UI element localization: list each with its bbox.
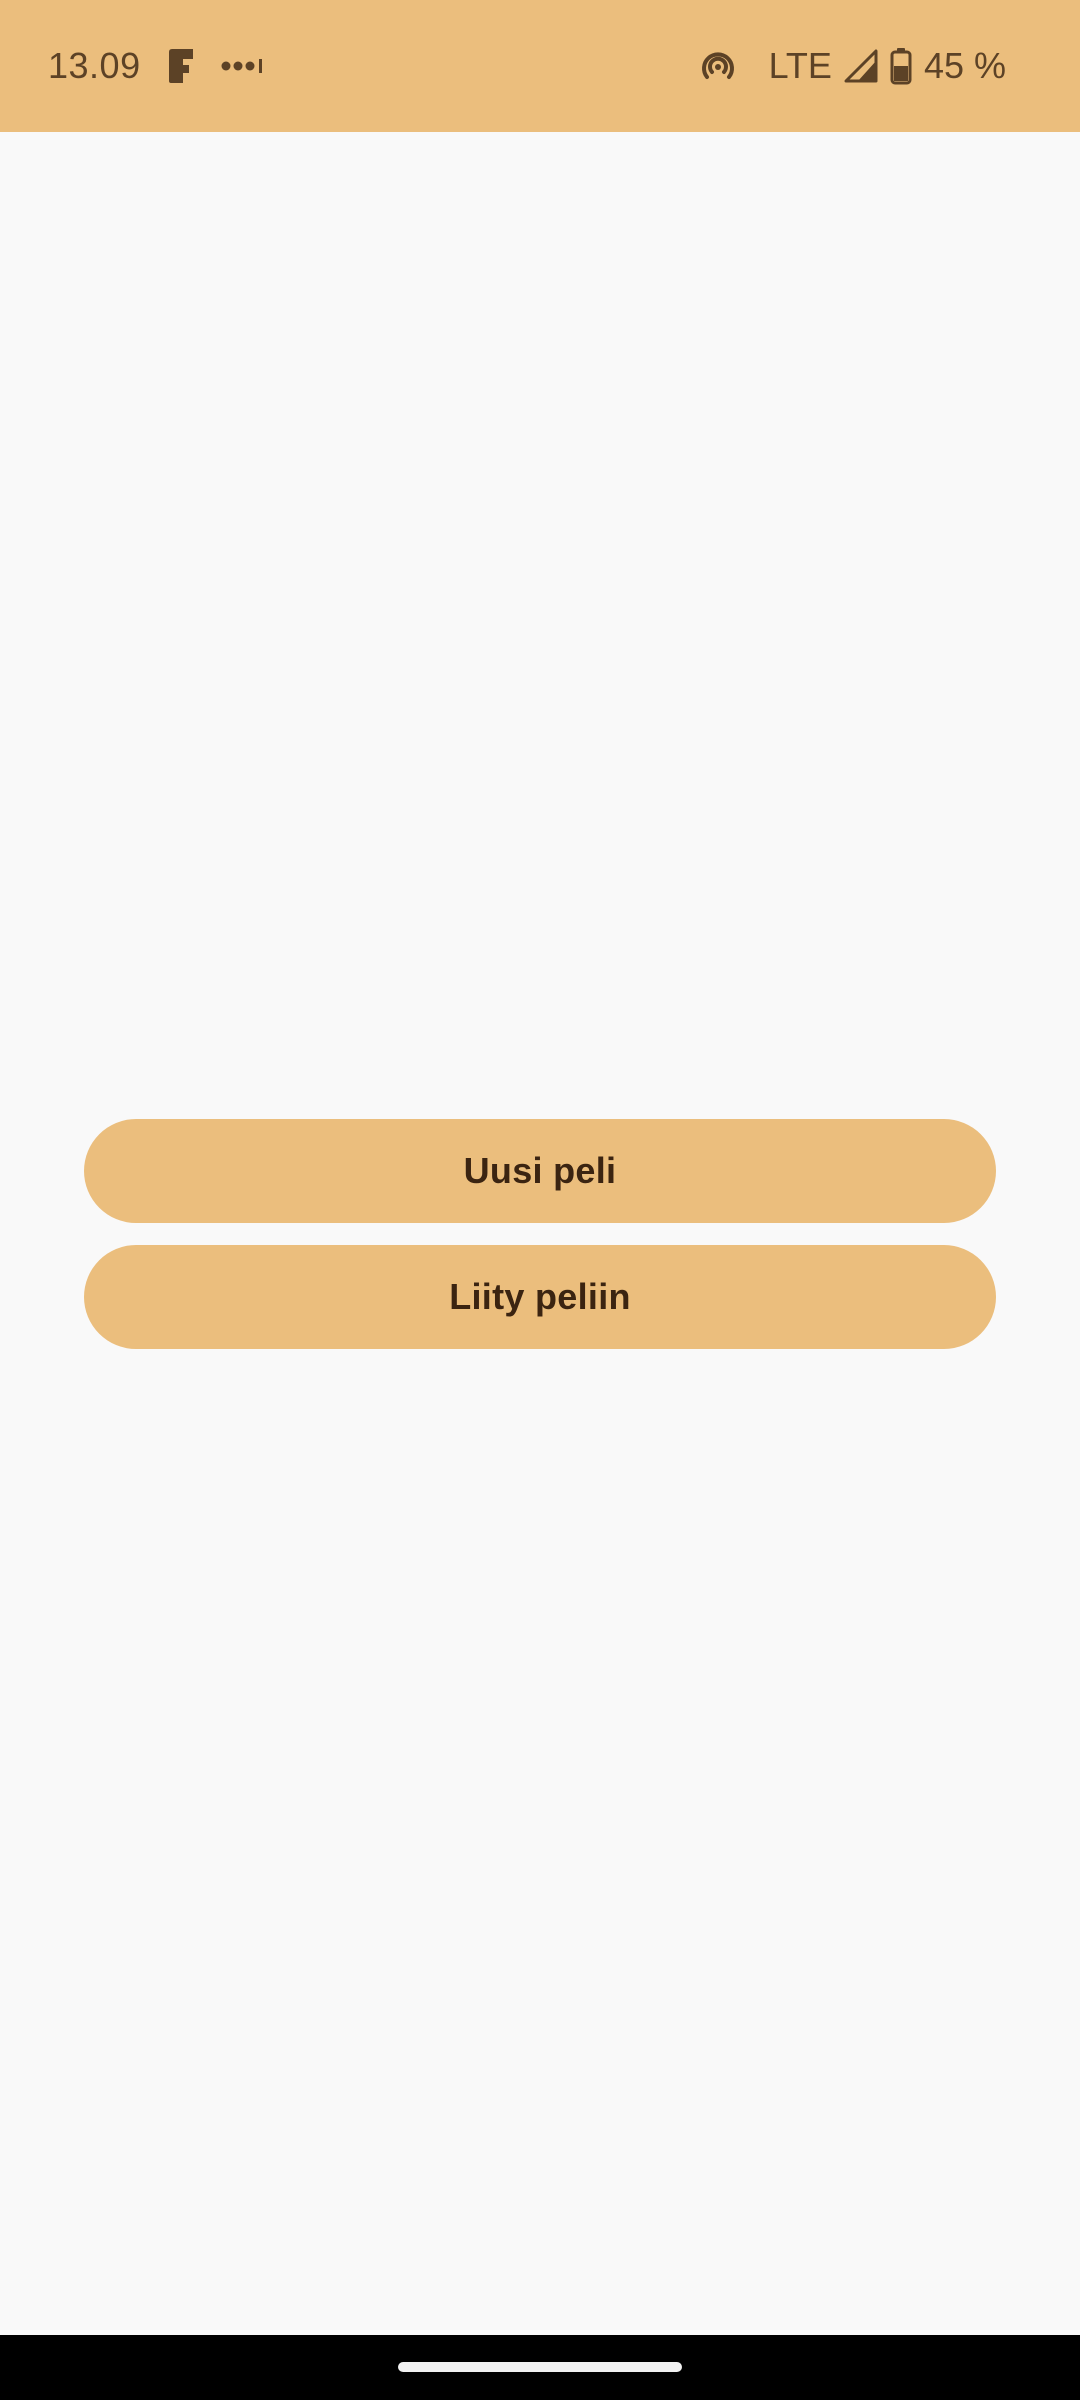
status-bar-left: 13.09: [48, 0, 265, 132]
status-bar: 13.09 LTE 45 %: [0, 0, 1080, 132]
network-type: LTE: [768, 45, 832, 86]
hotspot-icon: [699, 47, 737, 85]
app-notification-icon: [167, 47, 195, 85]
navigation-bar: [0, 2335, 1080, 2400]
join-game-button[interactable]: Liity peliin: [84, 1245, 996, 1349]
battery-percent: 45 %: [923, 45, 1006, 86]
more-notifications-icon: [221, 56, 265, 76]
new-game-button[interactable]: Uusi peli: [84, 1119, 996, 1223]
status-time: 13.09: [48, 45, 141, 86]
menu-buttons: Uusi peli Liity peliin: [84, 1119, 996, 1371]
battery-icon: [890, 47, 912, 85]
home-gesture-handle[interactable]: [398, 2362, 682, 2372]
new-game-label: Uusi peli: [463, 1150, 617, 1191]
join-game-label: Liity peliin: [449, 1276, 631, 1317]
status-bar-right: LTE 45 %: [699, 0, 1006, 132]
signal-icon: [844, 49, 878, 83]
app-screen: 13.09 LTE 45 % Uusi peli Liity peliin: [0, 0, 1080, 2400]
